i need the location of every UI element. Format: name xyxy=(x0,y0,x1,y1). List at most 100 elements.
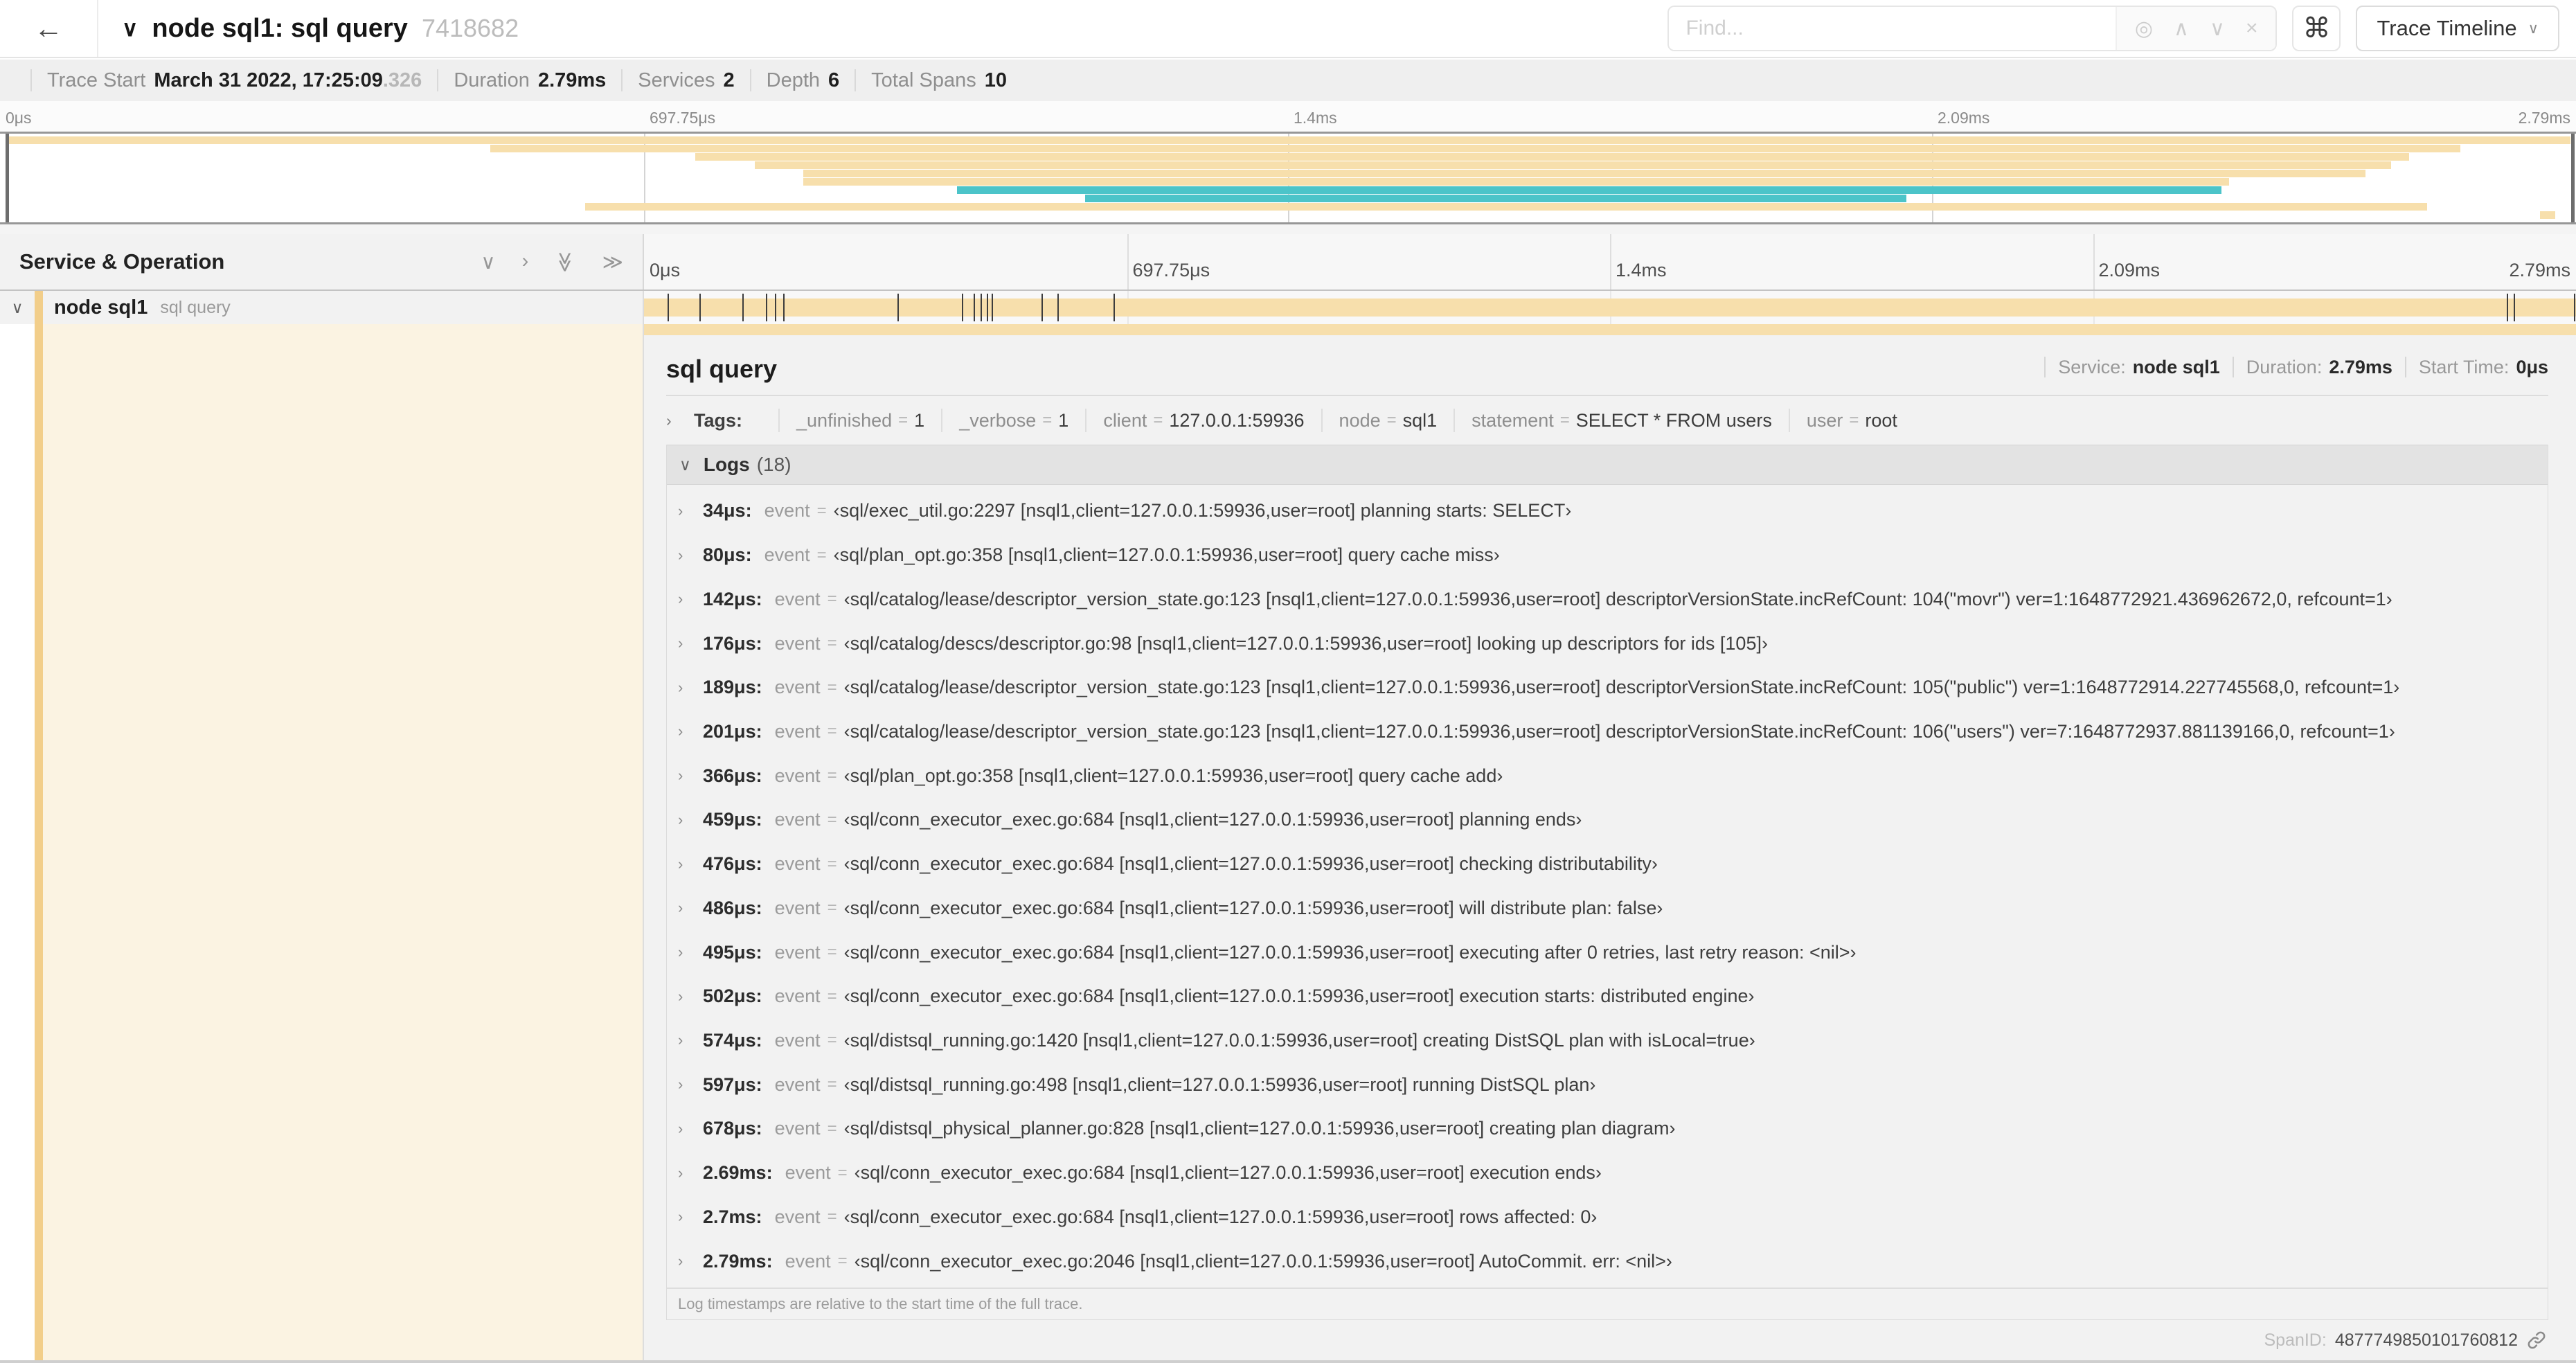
log-row[interactable]: › 495μs: event = ‹sql/conn_executor_exec… xyxy=(667,942,2548,963)
log-expand-icon[interactable]: › xyxy=(678,811,703,829)
log-row[interactable]: › 476μs: event = ‹sql/conn_executor_exec… xyxy=(667,853,2548,875)
tag-key: node xyxy=(1339,409,1381,431)
minimap-tick-3: 2.09ms xyxy=(1938,109,1990,127)
collapse-all-icon[interactable]: ≫ xyxy=(553,251,578,272)
log-expand-icon[interactable]: › xyxy=(678,1208,703,1226)
log-timestamp: 34μs: xyxy=(703,500,752,522)
row-collapse-icon[interactable]: ∨ xyxy=(0,299,35,317)
log-message: ‹sql/conn_executor_exec.go:684 [nsql1,cl… xyxy=(843,1206,1598,1227)
expand-one-icon[interactable]: › xyxy=(522,250,529,274)
log-expand-icon[interactable]: › xyxy=(678,899,703,917)
timeline-axis-header: 0μs 697.75μs 1.4ms 2.09ms 2.79ms xyxy=(644,234,2576,289)
log-expand-icon[interactable]: › xyxy=(678,943,703,961)
collapse-trace-icon[interactable]: ∨ xyxy=(122,15,138,42)
span-id-label: SpanID: xyxy=(2264,1330,2327,1350)
log-equals: = xyxy=(837,1251,848,1271)
log-message: ‹sql/catalog/descs/descriptor.go:98 [nsq… xyxy=(843,632,1768,654)
log-row[interactable]: › 80μs: event = ‹sql/plan_opt.go:358 [ns… xyxy=(667,544,2548,566)
minimap-span-bar xyxy=(1085,195,1906,202)
log-timestamp: 597μs: xyxy=(703,1074,762,1095)
span-detail-row: sql query Service: node sql1 Duration: 2… xyxy=(0,324,2576,1363)
minimap-span-bar xyxy=(754,161,2391,169)
log-expand-icon[interactable]: › xyxy=(678,1076,703,1094)
log-field-name: event xyxy=(774,1118,821,1139)
tag-value: SELECT * FROM users xyxy=(1575,409,1772,431)
log-equals: = xyxy=(827,943,837,962)
minimap-tick-0: 0μs xyxy=(6,109,32,127)
deep-link-icon[interactable] xyxy=(2526,1330,2547,1351)
log-expand-icon[interactable]: › xyxy=(678,590,703,608)
log-row[interactable]: › 486μs: event = ‹sql/conn_executor_exec… xyxy=(667,898,2548,919)
span-name-cell[interactable]: ∨ node sql1 sql query xyxy=(0,291,644,324)
log-field-name: event xyxy=(774,1206,821,1227)
log-marker-tick xyxy=(2507,294,2509,321)
log-timestamp: 201μs: xyxy=(703,720,762,742)
log-row[interactable]: › 678μs: event = ‹sql/distsql_physical_p… xyxy=(667,1118,2548,1139)
log-expand-icon[interactable]: › xyxy=(678,855,703,873)
span-bar-cell[interactable] xyxy=(644,291,2576,324)
detail-meta-value: node sql1 xyxy=(2132,356,2220,377)
log-row[interactable]: › 2.79ms: event = ‹sql/conn_executor_exe… xyxy=(667,1251,2548,1272)
log-row[interactable]: › 2.69ms: event = ‹sql/conn_executor_exe… xyxy=(667,1162,2548,1184)
tag-value: 1 xyxy=(914,409,925,431)
log-expand-icon[interactable]: › xyxy=(678,988,703,1006)
tag-equals: = xyxy=(1042,411,1053,429)
span-duration-bar[interactable] xyxy=(644,299,2576,317)
log-row[interactable]: › 201μs: event = ‹sql/catalog/lease/desc… xyxy=(667,721,2548,742)
log-expand-icon[interactable]: › xyxy=(678,722,703,740)
log-expand-icon[interactable]: › xyxy=(678,1252,703,1270)
log-row[interactable]: › 574μs: event = ‹sql/distsql_running.go… xyxy=(667,1030,2548,1051)
clear-search-icon[interactable]: × xyxy=(2246,17,2258,40)
find-group: ◎ ∧ ∨ × xyxy=(1667,6,2278,51)
log-expand-icon[interactable]: › xyxy=(678,1120,703,1138)
log-timestamp: 495μs: xyxy=(703,941,762,963)
summary-value: 2.79ms xyxy=(537,69,607,91)
timeline-minimap[interactable] xyxy=(0,132,2576,224)
tag-value: 127.0.0.1:59936 xyxy=(1169,409,1305,431)
collapse-one-icon[interactable]: ∨ xyxy=(481,250,495,274)
minimap-span-row xyxy=(6,211,2570,220)
prev-match-icon[interactable]: ∧ xyxy=(2174,17,2189,41)
log-expand-icon[interactable]: › xyxy=(678,679,703,697)
detail-name-column xyxy=(0,324,644,1360)
log-row[interactable]: › 189μs: event = ‹sql/catalog/lease/desc… xyxy=(667,677,2548,698)
axis-tick-2: 1.4ms xyxy=(1616,260,1667,280)
logs-header[interactable]: ∨ Logs (18) xyxy=(667,445,2548,485)
view-selector-button[interactable]: Trace Timeline ∨ xyxy=(2356,6,2559,51)
detail-operation-title: sql query xyxy=(666,355,778,383)
log-row[interactable]: › 459μs: event = ‹sql/conn_executor_exec… xyxy=(667,809,2548,830)
locate-icon[interactable]: ◎ xyxy=(2135,17,2153,41)
log-row[interactable]: › 176μs: event = ‹sql/catalog/descs/desc… xyxy=(667,633,2548,654)
back-button[interactable]: ← xyxy=(0,0,98,57)
log-row[interactable]: › 2.7ms: event = ‹sql/conn_executor_exec… xyxy=(667,1206,2548,1228)
log-expand-icon[interactable]: › xyxy=(678,1164,703,1182)
expand-all-icon[interactable]: ≫ xyxy=(602,250,623,274)
tags-section[interactable]: › Tags: _unfinished = 1 _verbose = 1 cli… xyxy=(666,396,2548,445)
minimap-right-scrubber[interactable] xyxy=(2571,134,2575,222)
log-expand-icon[interactable]: › xyxy=(678,1031,703,1049)
find-input[interactable] xyxy=(1669,7,2116,50)
minimap-left-scrubber[interactable] xyxy=(6,134,9,222)
log-row[interactable]: › 34μs: event = ‹sql/exec_util.go:2297 [… xyxy=(667,500,2548,522)
tag-item: client = 127.0.0.1:59936 xyxy=(1068,409,1304,432)
log-field-name: event xyxy=(774,677,821,698)
log-row[interactable]: › 597μs: event = ‹sql/distsql_running.go… xyxy=(667,1074,2548,1096)
keyboard-shortcuts-button[interactable]: ⌘ xyxy=(2292,6,2341,51)
log-row[interactable]: › 142μs: event = ‹sql/catalog/lease/desc… xyxy=(667,589,2548,610)
axis-tick-1: 697.75μs xyxy=(1132,260,1210,280)
log-expand-icon[interactable]: › xyxy=(678,546,703,564)
axis-tick-4: 2.79ms xyxy=(2509,260,2570,280)
log-expand-icon[interactable]: › xyxy=(678,634,703,652)
span-detail-panel: sql query Service: node sql1 Duration: 2… xyxy=(644,324,2576,1360)
tags-expand-icon[interactable]: › xyxy=(666,411,683,430)
log-row[interactable]: › 502μs: event = ‹sql/conn_executor_exec… xyxy=(667,986,2548,1007)
log-row[interactable]: › 366μs: event = ‹sql/plan_opt.go:358 [n… xyxy=(667,765,2548,787)
next-match-icon[interactable]: ∨ xyxy=(2210,17,2225,41)
log-expand-icon[interactable]: › xyxy=(678,767,703,785)
log-message: ‹sql/conn_executor_exec.go:684 [nsql1,cl… xyxy=(854,1162,1602,1184)
tag-item: _verbose = 1 xyxy=(924,409,1068,432)
log-expand-icon[interactable]: › xyxy=(678,502,703,520)
tag-equals: = xyxy=(898,411,909,429)
trace-title-group[interactable]: ∨ node sql1: sql query 7418682 xyxy=(98,14,1667,44)
logs-collapse-icon[interactable]: ∨ xyxy=(679,456,691,474)
